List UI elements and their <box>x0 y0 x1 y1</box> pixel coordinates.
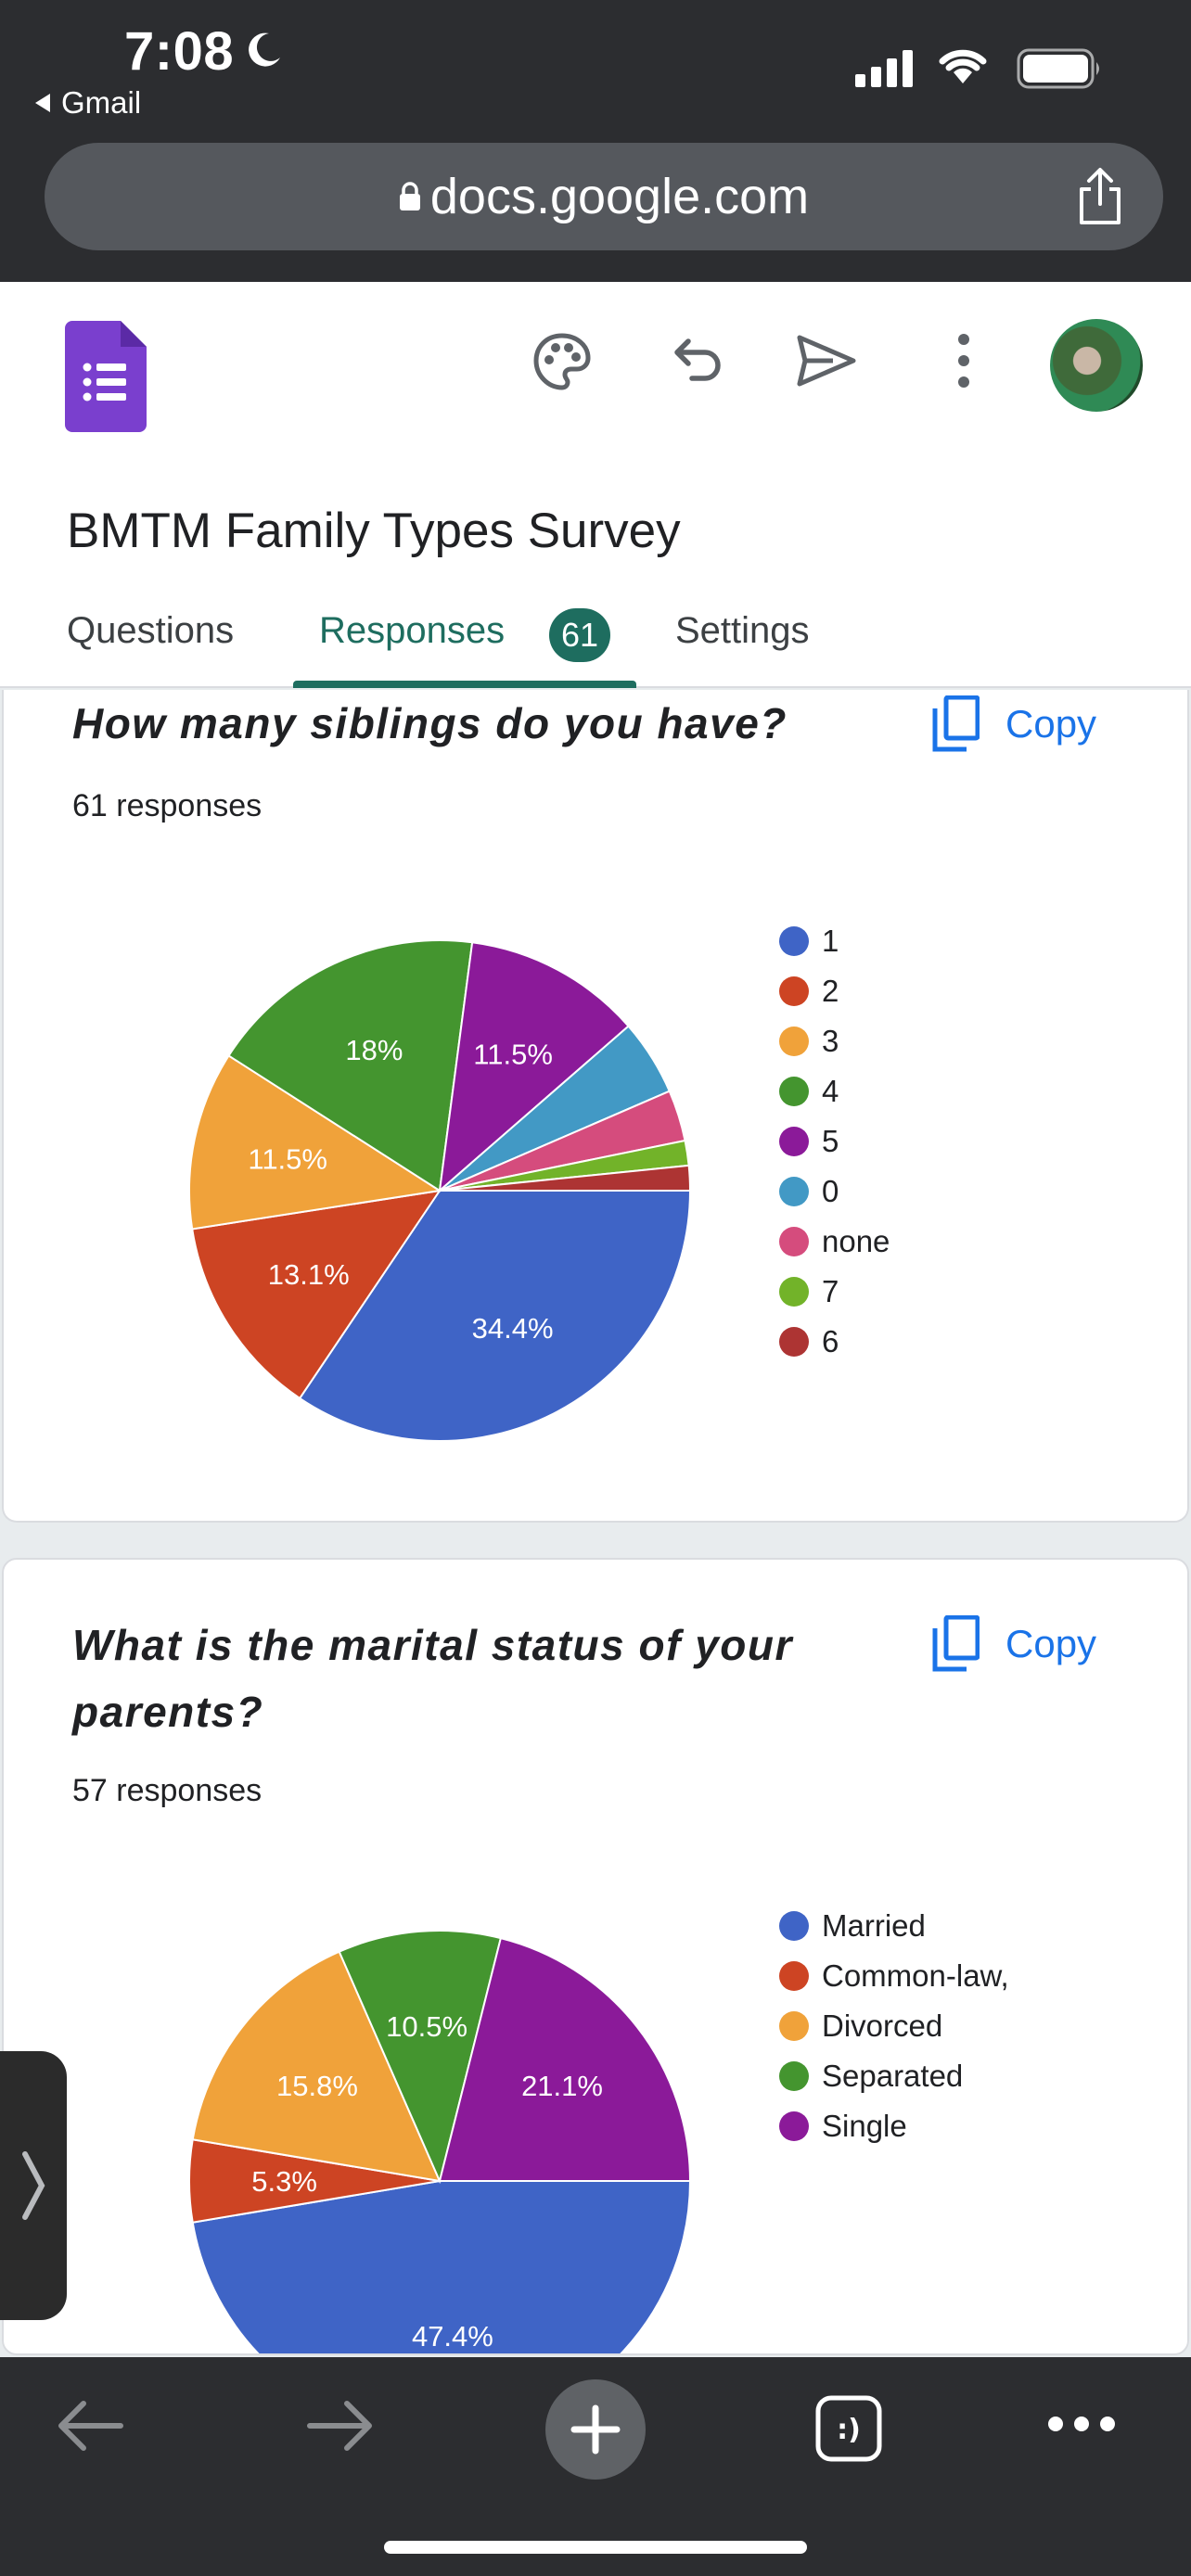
legend-item: Separated <box>779 2051 1009 2101</box>
legend-item: 6 <box>779 1317 890 1367</box>
home-indicator <box>384 2541 807 2554</box>
legend-item: Single <box>779 2101 1009 2151</box>
new-tab-button[interactable] <box>545 2379 646 2480</box>
send-icon[interactable] <box>796 332 857 389</box>
legend-item: 5 <box>779 1116 890 1167</box>
responses-count-badge: 61 <box>549 608 610 662</box>
tab-responses[interactable]: Responses <box>319 610 505 652</box>
legend-item: none <box>779 1217 890 1267</box>
slice-percent-label: 11.5% <box>473 1038 553 1070</box>
chart-legend: 1 2 3 4 5 0 none 7 6 <box>779 916 890 1367</box>
new-tab-plus-icon <box>570 2404 621 2455</box>
legend-item: Married <box>779 1901 1009 1951</box>
slice-percent-label: 11.5% <box>248 1143 327 1176</box>
slice-percent-label: 15.8% <box>276 2070 358 2102</box>
url-text: docs.google.com <box>429 169 810 224</box>
status-time: 7:08 <box>124 21 235 82</box>
response-summary-card: What is the marital status of your paren… <box>2 1558 1189 2355</box>
back-to-app-link[interactable]: Gmail <box>33 85 141 121</box>
more-vert-icon[interactable] <box>950 332 978 389</box>
copy-icon <box>932 695 980 752</box>
question-title: What is the marital status of your paren… <box>72 1621 793 1736</box>
chevron-right-icon <box>22 2151 45 2220</box>
back-triangle-icon <box>35 94 50 112</box>
forward-arrow-icon[interactable] <box>306 2396 377 2455</box>
slice-percent-label: 34.4% <box>472 1312 554 1345</box>
more-horiz-icon[interactable] <box>1046 2413 1117 2435</box>
slice-percent-label: 5.3% <box>251 2165 317 2198</box>
signal-icon <box>855 48 913 87</box>
active-tab-indicator <box>293 681 636 688</box>
slice-percent-label: 10.5% <box>386 2010 467 2043</box>
svg-text::): :) <box>837 2414 861 2446</box>
legend-item: 1 <box>779 916 890 966</box>
copy-chart-button[interactable]: Copy <box>931 1615 1096 1673</box>
form-title: BMTM Family Types Survey <box>67 504 681 558</box>
avatar[interactable] <box>1050 319 1143 412</box>
tab-bar: Questions Responses 61 Settings <box>0 597 1191 688</box>
legend-item: 7 <box>779 1267 890 1317</box>
copy-icon <box>932 1615 980 1672</box>
share-icon[interactable] <box>1074 167 1126 226</box>
battery-icon <box>1017 48 1099 89</box>
url-bar[interactable]: docs.google.com <box>45 143 1163 250</box>
response-count: 57 responses <box>72 1773 263 1808</box>
browser-toolbar: :) <box>0 2357 1191 2576</box>
slice-percent-label: 21.1% <box>521 2070 603 2102</box>
legend-item: 0 <box>779 1167 890 1217</box>
wifi-icon <box>939 49 987 83</box>
side-panel-handle[interactable] <box>0 2051 67 2320</box>
response-count: 61 responses <box>72 788 263 823</box>
legend-item: Common-law, <box>779 1951 1009 2001</box>
question-title: How many siblings do you have? <box>72 699 788 747</box>
google-forms-logo-icon[interactable] <box>65 321 147 432</box>
undo-icon[interactable] <box>668 332 725 389</box>
palette-icon[interactable] <box>532 332 592 391</box>
legend-item: 2 <box>779 966 890 1016</box>
chart-legend: Married Common-law, Divorced Separated S… <box>779 1901 1009 2151</box>
legend-item: 3 <box>779 1016 890 1066</box>
legend-item: Divorced <box>779 2001 1009 2051</box>
pie-chart-siblings: 34.4% 13.1% 11.5% 18% 11.5% <box>188 939 692 1442</box>
lock-icon <box>399 182 420 210</box>
slice-percent-label: 47.4% <box>412 2320 493 2353</box>
moon-icon <box>249 32 280 67</box>
slice-percent-label: 18% <box>345 1034 403 1066</box>
pie-chart-marital-status: 47.4% 5.3% 15.8% 10.5% 21.1% <box>188 1930 692 2353</box>
tab-questions[interactable]: Questions <box>67 610 234 652</box>
legend-item: 4 <box>779 1066 890 1116</box>
back-arrow-icon[interactable] <box>54 2396 124 2455</box>
tabs-icon[interactable]: :) <box>814 2394 883 2463</box>
copy-chart-button[interactable]: Copy <box>931 695 1096 753</box>
back-app-label: Gmail <box>61 85 142 120</box>
slice-percent-label: 13.1% <box>268 1258 350 1291</box>
forms-header: BMTM Family Types Survey Questions Respo… <box>0 282 1191 688</box>
tab-settings[interactable]: Settings <box>675 610 810 652</box>
response-summary-card: How many siblings do you have? Copy 61 r… <box>2 690 1189 1523</box>
browser-chrome-top: 7:08 Gmail docs.google.com <box>0 0 1191 282</box>
